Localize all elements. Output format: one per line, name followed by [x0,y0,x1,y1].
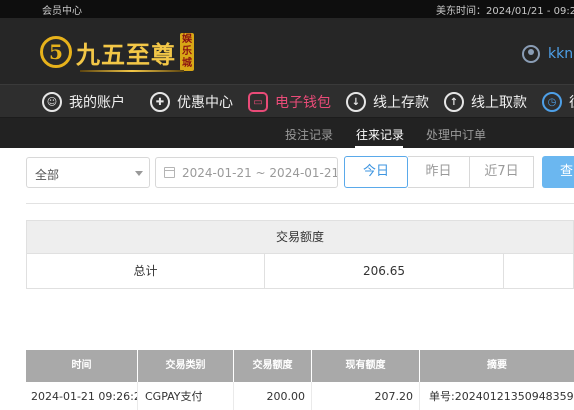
wallet-icon: ▭ [248,92,268,112]
summary-header: 交易额度 [26,220,574,254]
site-header: 5 九五至尊 娱乐城 kkn1 [0,18,574,84]
top-status-bar: 会员中心 美东时间：2024/01/21 - 09:26: [0,0,574,18]
records-subnav: 投注记录 往来记录 处理中订单 [0,118,574,148]
main-nav: ☺ 我的账户 ✚ 优惠中心 ▭ 电子钱包 ↓ 线上存款 ↑ 线上取款 ◷ 往 [0,84,574,118]
nav-item-label: 电子钱包 [275,95,331,111]
row-amount: 200.00 [234,382,312,410]
user-circle-icon: ☺ [42,92,62,112]
nav-item-my-account[interactable]: ☺ 我的账户 [42,91,125,113]
column-header-amount: 交易额度 [234,350,312,382]
calendar-icon [164,167,175,178]
user-menu[interactable]: kkn1 [522,45,574,63]
column-header-time: 时间 [26,350,138,382]
tab-bet-records[interactable]: 投注记录 [285,126,333,143]
yesterday-button[interactable]: 昨日 [408,156,470,188]
row-type: CGPAY支付 [138,382,234,410]
row-balance: 207.20 [312,382,420,410]
site-logo[interactable]: 5 九五至尊 娱乐城 [40,32,194,72]
today-button[interactable]: 今日 [344,156,408,188]
search-button[interactable]: 查 [542,156,574,188]
username[interactable]: kkn1 [548,46,574,62]
eastern-time-clock: 美东时间：2024/01/21 - 09:26: [436,6,574,17]
nav-item-label: 往 [569,92,574,112]
nav-item-history[interactable]: ◷ 往 [542,91,574,113]
column-header-summary: 摘要 [487,360,507,371]
row-summary: 单号:202401213509483596 [429,390,574,403]
logo-text: 九五至尊 [76,39,176,69]
nav-item-label: 优惠中心 [177,95,233,111]
chevron-down-icon [135,171,143,176]
nav-item-online-deposit[interactable]: ↓ 线上存款 [346,91,429,113]
member-center-link[interactable]: 会员中心 [42,2,82,17]
tab-transaction-records[interactable]: 往来记录 [356,126,404,143]
gift-icon: ✚ [150,92,170,112]
nav-item-e-wallet[interactable]: ▭ 电子钱包 [248,91,331,113]
last-7-days-button[interactable]: 近7日 [470,156,534,188]
date-range-value: 2024-01-21 ~ 2024-01-21 [182,166,338,180]
transaction-type-select[interactable]: 全部 [26,157,150,188]
logo-tag: 娱乐城 [180,33,194,71]
user-icon [522,45,540,63]
active-tab-underline [355,146,403,148]
transaction-type-value: 全部 [35,168,60,182]
date-range-picker[interactable]: 2024-01-21 ~ 2024-01-21 [155,157,338,188]
nav-item-label: 我的账户 [69,95,125,111]
logo-mark: 5 [40,36,72,68]
summary-value: 206.65 [265,254,504,288]
nav-item-online-withdraw[interactable]: ↑ 线上取款 [444,91,527,113]
nav-item-promotions[interactable]: ✚ 优惠中心 [150,91,233,113]
tab-pending-orders[interactable]: 处理中订单 [426,126,486,143]
nav-item-label: 线上取款 [471,95,527,111]
nav-item-label: 线上存款 [373,95,429,111]
filter-divider [26,203,574,204]
history-icon: ◷ [542,92,562,112]
logo-underline [80,70,184,72]
withdraw-icon: ↑ [444,92,464,112]
table-row: 2024-01-21 09:26:24 CGPAY支付 200.00 207.2… [26,382,574,410]
column-header-type: 交易类别 [138,350,234,382]
summary-row: 总计 206.65 [26,254,574,289]
deposit-icon: ↓ [346,92,366,112]
summary-label: 总计 [27,254,265,288]
column-header-balance: 现有额度 [312,350,420,382]
detail-table-header: 时间 交易类别 交易额度 现有额度 摘要 [26,350,574,382]
row-time: 2024-01-21 09:26:24 [26,382,138,410]
